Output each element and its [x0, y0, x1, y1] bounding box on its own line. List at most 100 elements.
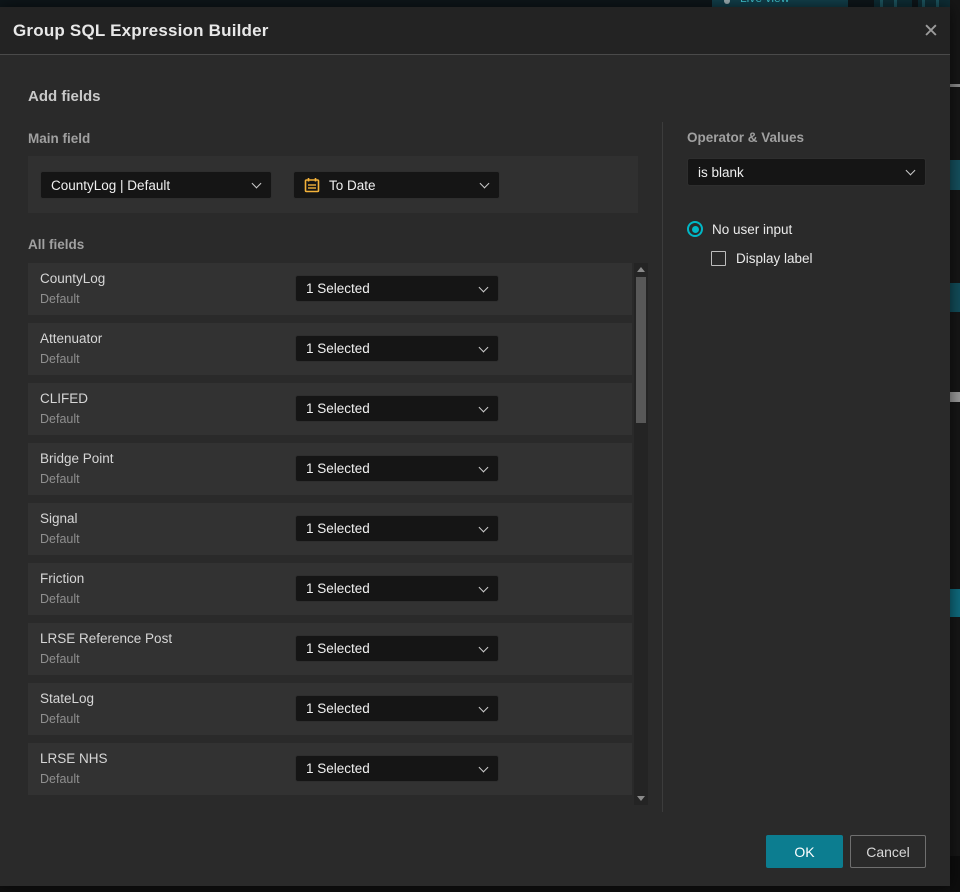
- chevron-down-icon: [479, 178, 490, 189]
- field-type: Default: [40, 772, 80, 786]
- field-type: Default: [40, 652, 80, 666]
- field-name: CLIFED: [40, 391, 89, 406]
- field-selection-dropdown[interactable]: 1 Selected: [295, 695, 499, 722]
- ok-button[interactable]: OK: [766, 835, 843, 868]
- background-app-top-strip: Live view: [0, 0, 960, 7]
- operator-select-value: is blank: [698, 164, 744, 180]
- main-field-label: Main field: [28, 131, 91, 146]
- group-sql-expression-builder-dialog: Group SQL Expression Builder ✕ Add field…: [0, 7, 950, 886]
- field-selection-value: 1 Selected: [306, 401, 370, 416]
- field-type: Default: [40, 352, 80, 366]
- date-field-select-value: To Date: [329, 177, 376, 193]
- chevron-down-icon: [251, 178, 262, 189]
- field-type: Default: [40, 532, 80, 546]
- field-selection-value: 1 Selected: [306, 581, 370, 596]
- field-name: LRSE Reference Post: [40, 631, 173, 646]
- field-selection-dropdown[interactable]: 1 Selected: [295, 275, 499, 302]
- field-row: CLIFED Default 1 Selected: [28, 383, 632, 435]
- field-row: Signal Default 1 Selected: [28, 503, 632, 555]
- checkbox-unchecked-icon: [711, 251, 726, 266]
- live-view-dot-icon: [724, 0, 730, 4]
- background-app-bottom-strip: [0, 886, 950, 892]
- chevron-down-icon: [478, 702, 489, 712]
- field-name: Signal: [40, 511, 78, 526]
- chevron-down-icon: [478, 642, 489, 652]
- field-selection-value: 1 Selected: [306, 701, 370, 716]
- list-scrollbar[interactable]: [634, 263, 648, 805]
- cancel-button[interactable]: Cancel: [850, 835, 926, 868]
- operator-values-heading: Operator & Values: [687, 130, 805, 145]
- background-artifact: [950, 589, 960, 617]
- display-label-checkbox[interactable]: Display label: [711, 251, 813, 266]
- field-selection-dropdown[interactable]: 1 Selected: [295, 635, 499, 662]
- calendar-icon: [304, 178, 320, 193]
- live-view-label: Live view: [740, 0, 789, 5]
- field-selection-dropdown[interactable]: 1 Selected: [295, 575, 499, 602]
- field-type: Default: [40, 472, 80, 486]
- field-selection-dropdown[interactable]: 1 Selected: [295, 335, 499, 362]
- chevron-down-icon: [478, 282, 489, 292]
- chevron-down-icon: [478, 342, 489, 352]
- field-type: Default: [40, 292, 80, 306]
- add-fields-heading: Add fields: [28, 88, 101, 105]
- operator-select[interactable]: is blank: [687, 158, 926, 186]
- background-artifact: [918, 0, 950, 7]
- chevron-down-icon: [478, 402, 489, 412]
- field-selection-value: 1 Selected: [306, 761, 370, 776]
- background-artifact: [950, 392, 960, 402]
- scroll-up-icon[interactable]: [637, 267, 645, 272]
- field-selection-dropdown[interactable]: 1 Selected: [295, 515, 499, 542]
- no-user-input-radio[interactable]: No user input: [687, 221, 792, 237]
- field-selection-value: 1 Selected: [306, 521, 370, 536]
- field-row: Attenuator Default 1 Selected: [28, 323, 632, 375]
- background-artifact: [950, 283, 960, 312]
- field-name: Bridge Point: [40, 451, 114, 466]
- field-row: Bridge Point Default 1 Selected: [28, 443, 632, 495]
- close-icon[interactable]: ✕: [916, 17, 946, 47]
- chevron-down-icon: [478, 462, 489, 472]
- display-label-label: Display label: [736, 251, 813, 266]
- background-artifact: [950, 856, 960, 892]
- field-selection-dropdown[interactable]: 1 Selected: [295, 755, 499, 782]
- field-name: StateLog: [40, 691, 95, 706]
- radio-selected-icon: [687, 221, 703, 237]
- field-selection-value: 1 Selected: [306, 341, 370, 356]
- panel-divider: [662, 122, 663, 812]
- field-selection-dropdown[interactable]: 1 Selected: [295, 455, 499, 482]
- field-row: LRSE Reference Post Default 1 Selected: [28, 623, 632, 675]
- dialog-header: Group SQL Expression Builder ✕: [0, 7, 950, 55]
- field-type: Default: [40, 412, 80, 426]
- field-name: LRSE NHS: [40, 751, 108, 766]
- field-row: LRSE NHS Default 1 Selected: [28, 743, 632, 795]
- field-name: CountyLog: [40, 271, 106, 286]
- all-fields-label: All fields: [28, 237, 85, 252]
- background-artifact: [874, 0, 912, 7]
- chevron-down-icon: [478, 522, 489, 532]
- main-field-select[interactable]: CountyLog | Default: [40, 171, 272, 199]
- chevron-down-icon: [905, 165, 916, 176]
- chevron-down-icon: [478, 582, 489, 592]
- field-name: Friction: [40, 571, 85, 586]
- field-type: Default: [40, 712, 80, 726]
- chevron-down-icon: [478, 762, 489, 772]
- dialog-title: Group SQL Expression Builder: [13, 21, 269, 40]
- no-user-input-label: No user input: [712, 221, 793, 237]
- background-artifact: [950, 160, 960, 190]
- field-row: CountyLog Default 1 Selected: [28, 263, 632, 315]
- field-selection-value: 1 Selected: [306, 281, 370, 296]
- field-selection-value: 1 Selected: [306, 641, 370, 656]
- all-fields-list: CountyLog Default 1 Selected Attenuator …: [28, 263, 632, 803]
- live-view-toggle: Live view: [712, 0, 848, 7]
- field-type: Default: [40, 592, 80, 606]
- field-selection-value: 1 Selected: [306, 461, 370, 476]
- scrollbar-thumb[interactable]: [636, 277, 646, 423]
- field-row: StateLog Default 1 Selected: [28, 683, 632, 735]
- field-row: Friction Default 1 Selected: [28, 563, 632, 615]
- scroll-down-icon[interactable]: [637, 796, 645, 801]
- main-field-select-value: CountyLog | Default: [51, 177, 171, 193]
- field-name: Attenuator: [40, 331, 103, 346]
- background-app-right-strip: [950, 0, 960, 892]
- background-artifact: [950, 84, 960, 87]
- date-field-select[interactable]: To Date: [293, 171, 500, 199]
- field-selection-dropdown[interactable]: 1 Selected: [295, 395, 499, 422]
